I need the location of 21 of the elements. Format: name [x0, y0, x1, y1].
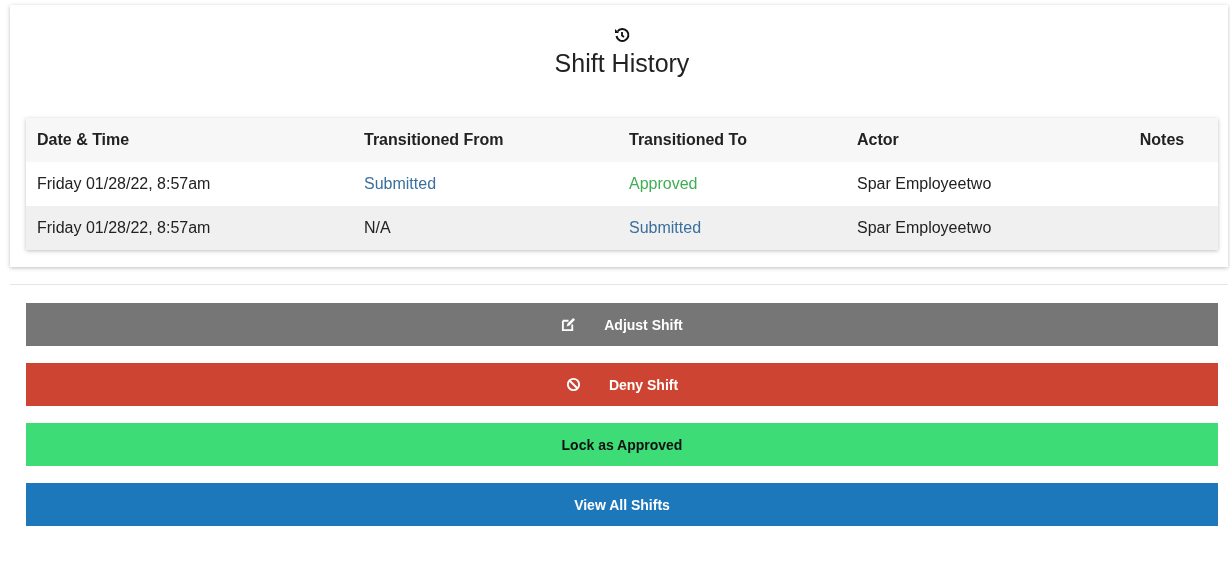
history-icon [614, 27, 630, 43]
table-cell: Friday 01/28/22, 8:57am [37, 175, 211, 192]
table-cell: Spar Employeetwo [857, 175, 992, 192]
table-cell: Spar Employeetwo [857, 219, 992, 236]
table-cell: Friday 01/28/22, 8:57am [37, 219, 211, 236]
column-header: Transitioned To [618, 118, 846, 162]
status-text: Submitted [629, 219, 702, 236]
action-button[interactable]: Lock as Approved [26, 423, 1218, 466]
action-button[interactable]: View All Shifts [26, 483, 1218, 526]
table-cell: N/A [364, 219, 391, 236]
ban-icon [565, 377, 581, 392]
column-header: Notes [1106, 118, 1218, 162]
column-header: Date & Time [26, 118, 353, 162]
status-text: Submitted [364, 175, 437, 192]
action-button[interactable]: Deny Shift [26, 363, 1218, 406]
edit-icon [561, 317, 577, 332]
status-text: Approved [629, 175, 698, 192]
column-header: Actor [846, 118, 1106, 162]
column-header: Transitioned From [353, 118, 618, 162]
action-button[interactable]: Adjust Shift [26, 303, 1218, 346]
page-title: Shift History [554, 49, 690, 78]
